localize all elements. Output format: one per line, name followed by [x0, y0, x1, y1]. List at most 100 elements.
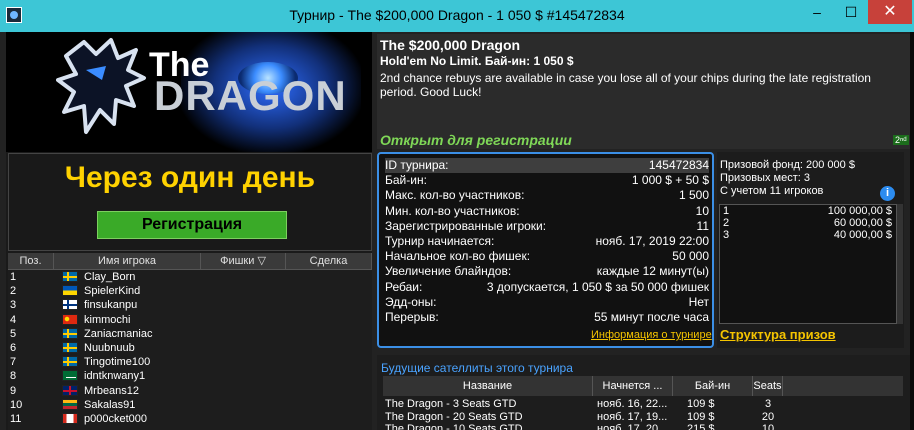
player-position: 5 — [10, 327, 17, 340]
registration-status: Открыт для регистрации — [380, 132, 572, 148]
player-name: Tingotime100 — [84, 356, 151, 369]
detail-value: 55 минут после часа — [594, 310, 709, 324]
detail-row: Бай-ин: 1 000 $ + 50 $ — [385, 173, 709, 188]
tournament-details: ID турнира: 145472834 Бай-ин: 1 000 $ + 50 … — [377, 152, 714, 348]
prize-place: 2 — [723, 217, 730, 229]
player-position: 6 — [10, 341, 17, 354]
countdown-box: Через один день Регистрация — [8, 153, 372, 251]
prize-structure-link[interactable]: Структура призов — [720, 327, 836, 342]
detail-row: Увеличение блайндов: каждые 12 минут(ы) — [385, 264, 709, 279]
united-kingdom-flag-icon — [62, 384, 78, 396]
column-header-start[interactable]: Начнется ... — [593, 376, 673, 396]
player-row[interactable]: 8 idntknwany1 — [8, 369, 372, 383]
column-header-seats[interactable]: Seats — [753, 376, 783, 396]
satellite-buyin: 215 $ — [687, 423, 715, 430]
satellite-name: The Dragon - 20 Seats GTD — [385, 410, 523, 423]
window-title: Турнир - The $200,000 Dragon - 1 050 $ #… — [289, 7, 625, 23]
player-row[interactable]: 1 Clay_Born — [8, 270, 372, 284]
tournament-description: 2nd chance rebuys are available in case … — [380, 71, 871, 99]
column-header-position[interactable]: Поз. — [8, 253, 54, 269]
player-name: Zaniacmaniac — [84, 327, 153, 340]
satellite-start: нояб. 17, 20... — [597, 423, 668, 430]
detail-label: Эдд-оны: — [385, 294, 437, 309]
detail-label: Макс. кол-во участников: — [385, 188, 525, 203]
player-position: 10 — [10, 398, 23, 411]
satellites-table-header: Название Начнется ... Бай-ин Seats — [383, 376, 903, 396]
satellite-start: нояб. 17, 19... — [597, 410, 668, 423]
column-header-player-name[interactable]: Имя игрока — [54, 253, 201, 269]
tournament-name: The $200,000 Dragon — [380, 37, 521, 53]
finland-flag-icon — [62, 299, 78, 311]
detail-row: Зарегистрированные игроки: 11 — [385, 219, 709, 234]
prize-amount: 60 000,00 $ — [833, 217, 892, 229]
info-icon[interactable]: i — [880, 186, 895, 201]
detail-label: Начальное кол-во фишек: — [385, 249, 531, 264]
logo-dragon-text: DRAGON — [154, 72, 347, 119]
satellite-seats: 3 — [764, 398, 772, 410]
detail-label: Увеличение блайндов: — [385, 264, 512, 279]
player-name: finsukanpu — [84, 299, 138, 312]
player-row[interactable]: 2 SpielerKind — [8, 284, 372, 298]
player-row[interactable]: 5 Zaniacmaniac — [8, 327, 372, 341]
prize-table-scrollbar[interactable] — [897, 204, 903, 324]
satellite-start: нояб. 16, 22... — [597, 398, 668, 410]
player-position: 8 — [10, 370, 17, 383]
detail-row: ID турнира: 145472834 — [385, 158, 709, 173]
players-table-header: Поз. Имя игрока Фишки ▽ Сделка — [8, 253, 372, 270]
player-name: Nuubnuub — [84, 341, 135, 354]
player-name: SpielerKind — [84, 285, 141, 298]
dragon-logo-icon — [56, 38, 146, 134]
prize-table: 1 100 000,00 $ 2 60 000,00 $ 3 40 000,00 $ — [719, 204, 897, 324]
detail-row: Макс. кол-во участников: 1 500 — [385, 188, 709, 203]
satellite-row[interactable]: The Dragon - 10 Seats GTD нояб. 17, 20...… — [383, 423, 903, 430]
player-row[interactable]: 7 Tingotime100 — [8, 355, 372, 369]
left-panel: The DRAGON Через один день Регистрация П… — [6, 32, 372, 430]
detail-label: Мин. кол-во участников: — [385, 203, 520, 218]
detail-row: Эдд-оны: Нет — [385, 295, 709, 310]
sweden-flag-icon — [62, 271, 78, 282]
title-bar: Турнир - The $200,000 Dragon - 1 050 $ #… — [0, 0, 914, 32]
window-scrollbar[interactable] — [910, 32, 914, 430]
detail-value: каждые 12 минут(ы) — [596, 264, 709, 279]
satellite-row[interactable]: The Dragon - 20 Seats GTD нояб. 17, 19...… — [383, 411, 903, 423]
detail-value: 50 000 — [672, 249, 709, 264]
detail-row: Турнир начинается: нояб. 17, 2019 22:00 — [385, 234, 709, 249]
player-position: 11 — [10, 412, 22, 425]
satellite-seats: 10 — [761, 423, 775, 430]
sweden-flag-icon — [62, 327, 78, 339]
player-row[interactable]: 9 Mrbeans12 — [8, 384, 372, 398]
player-row[interactable]: 3 finsukanpu — [8, 298, 372, 312]
column-header-buyin[interactable]: Бай-ин — [673, 376, 753, 396]
detail-value: 1 500 — [678, 188, 709, 203]
player-row[interactable]: 6 Nuubnuub — [8, 341, 372, 355]
detail-row: Начальное кол-во фишек: 50 000 — [385, 249, 709, 264]
column-header-deal[interactable]: Сделка — [286, 253, 372, 269]
detail-label: Бай-ин: — [385, 173, 427, 188]
detail-value: нояб. 17, 2019 22:00 — [595, 234, 709, 248]
satellites-title: Будущие сателлиты этого турнира — [381, 361, 573, 375]
register-button[interactable]: Регистрация — [97, 211, 287, 239]
satellite-buyin: 109 $ — [687, 398, 715, 410]
detail-label: Турнир начинается: — [385, 234, 495, 248]
player-row[interactable]: 4 kimmochi — [8, 313, 372, 327]
player-position: 2 — [10, 285, 17, 298]
column-header-name[interactable]: Название — [383, 376, 593, 396]
player-name: Sakalas91 — [84, 398, 136, 411]
detail-label: Ребаи: — [385, 279, 423, 294]
minimize-button[interactable]: – — [800, 0, 834, 24]
tournament-info-link[interactable]: Информация о турнире — [591, 329, 712, 341]
prize-row: 2 60 000,00 $ — [720, 217, 896, 229]
detail-row: Перерыв: 55 минут после часа — [385, 310, 709, 325]
players-table: Поз. Имя игрока Фишки ▽ Сделка 1 Clay_Bor… — [8, 253, 372, 430]
tournament-info-header: The $200,000 Dragon Hold'em No Limit. Ба… — [377, 34, 910, 149]
prize-place: 1 — [723, 205, 730, 217]
close-button[interactable]: ✕ — [868, 0, 912, 24]
satellite-row[interactable]: The Dragon - 3 Seats GTD нояб. 16, 22... 1… — [383, 398, 903, 410]
player-position: 1 — [10, 271, 17, 283]
player-name: Clay_Born — [84, 271, 136, 283]
tournament-game-type: Hold'em No Limit. Бай-ин: 1 050 $ — [380, 54, 574, 68]
column-header-chips[interactable]: Фишки ▽ — [201, 253, 286, 269]
player-row[interactable]: 11 p000cket000 — [8, 412, 372, 426]
player-row[interactable]: 10 Sakalas91 — [8, 398, 372, 412]
maximize-button[interactable]: ☐ — [834, 0, 868, 24]
